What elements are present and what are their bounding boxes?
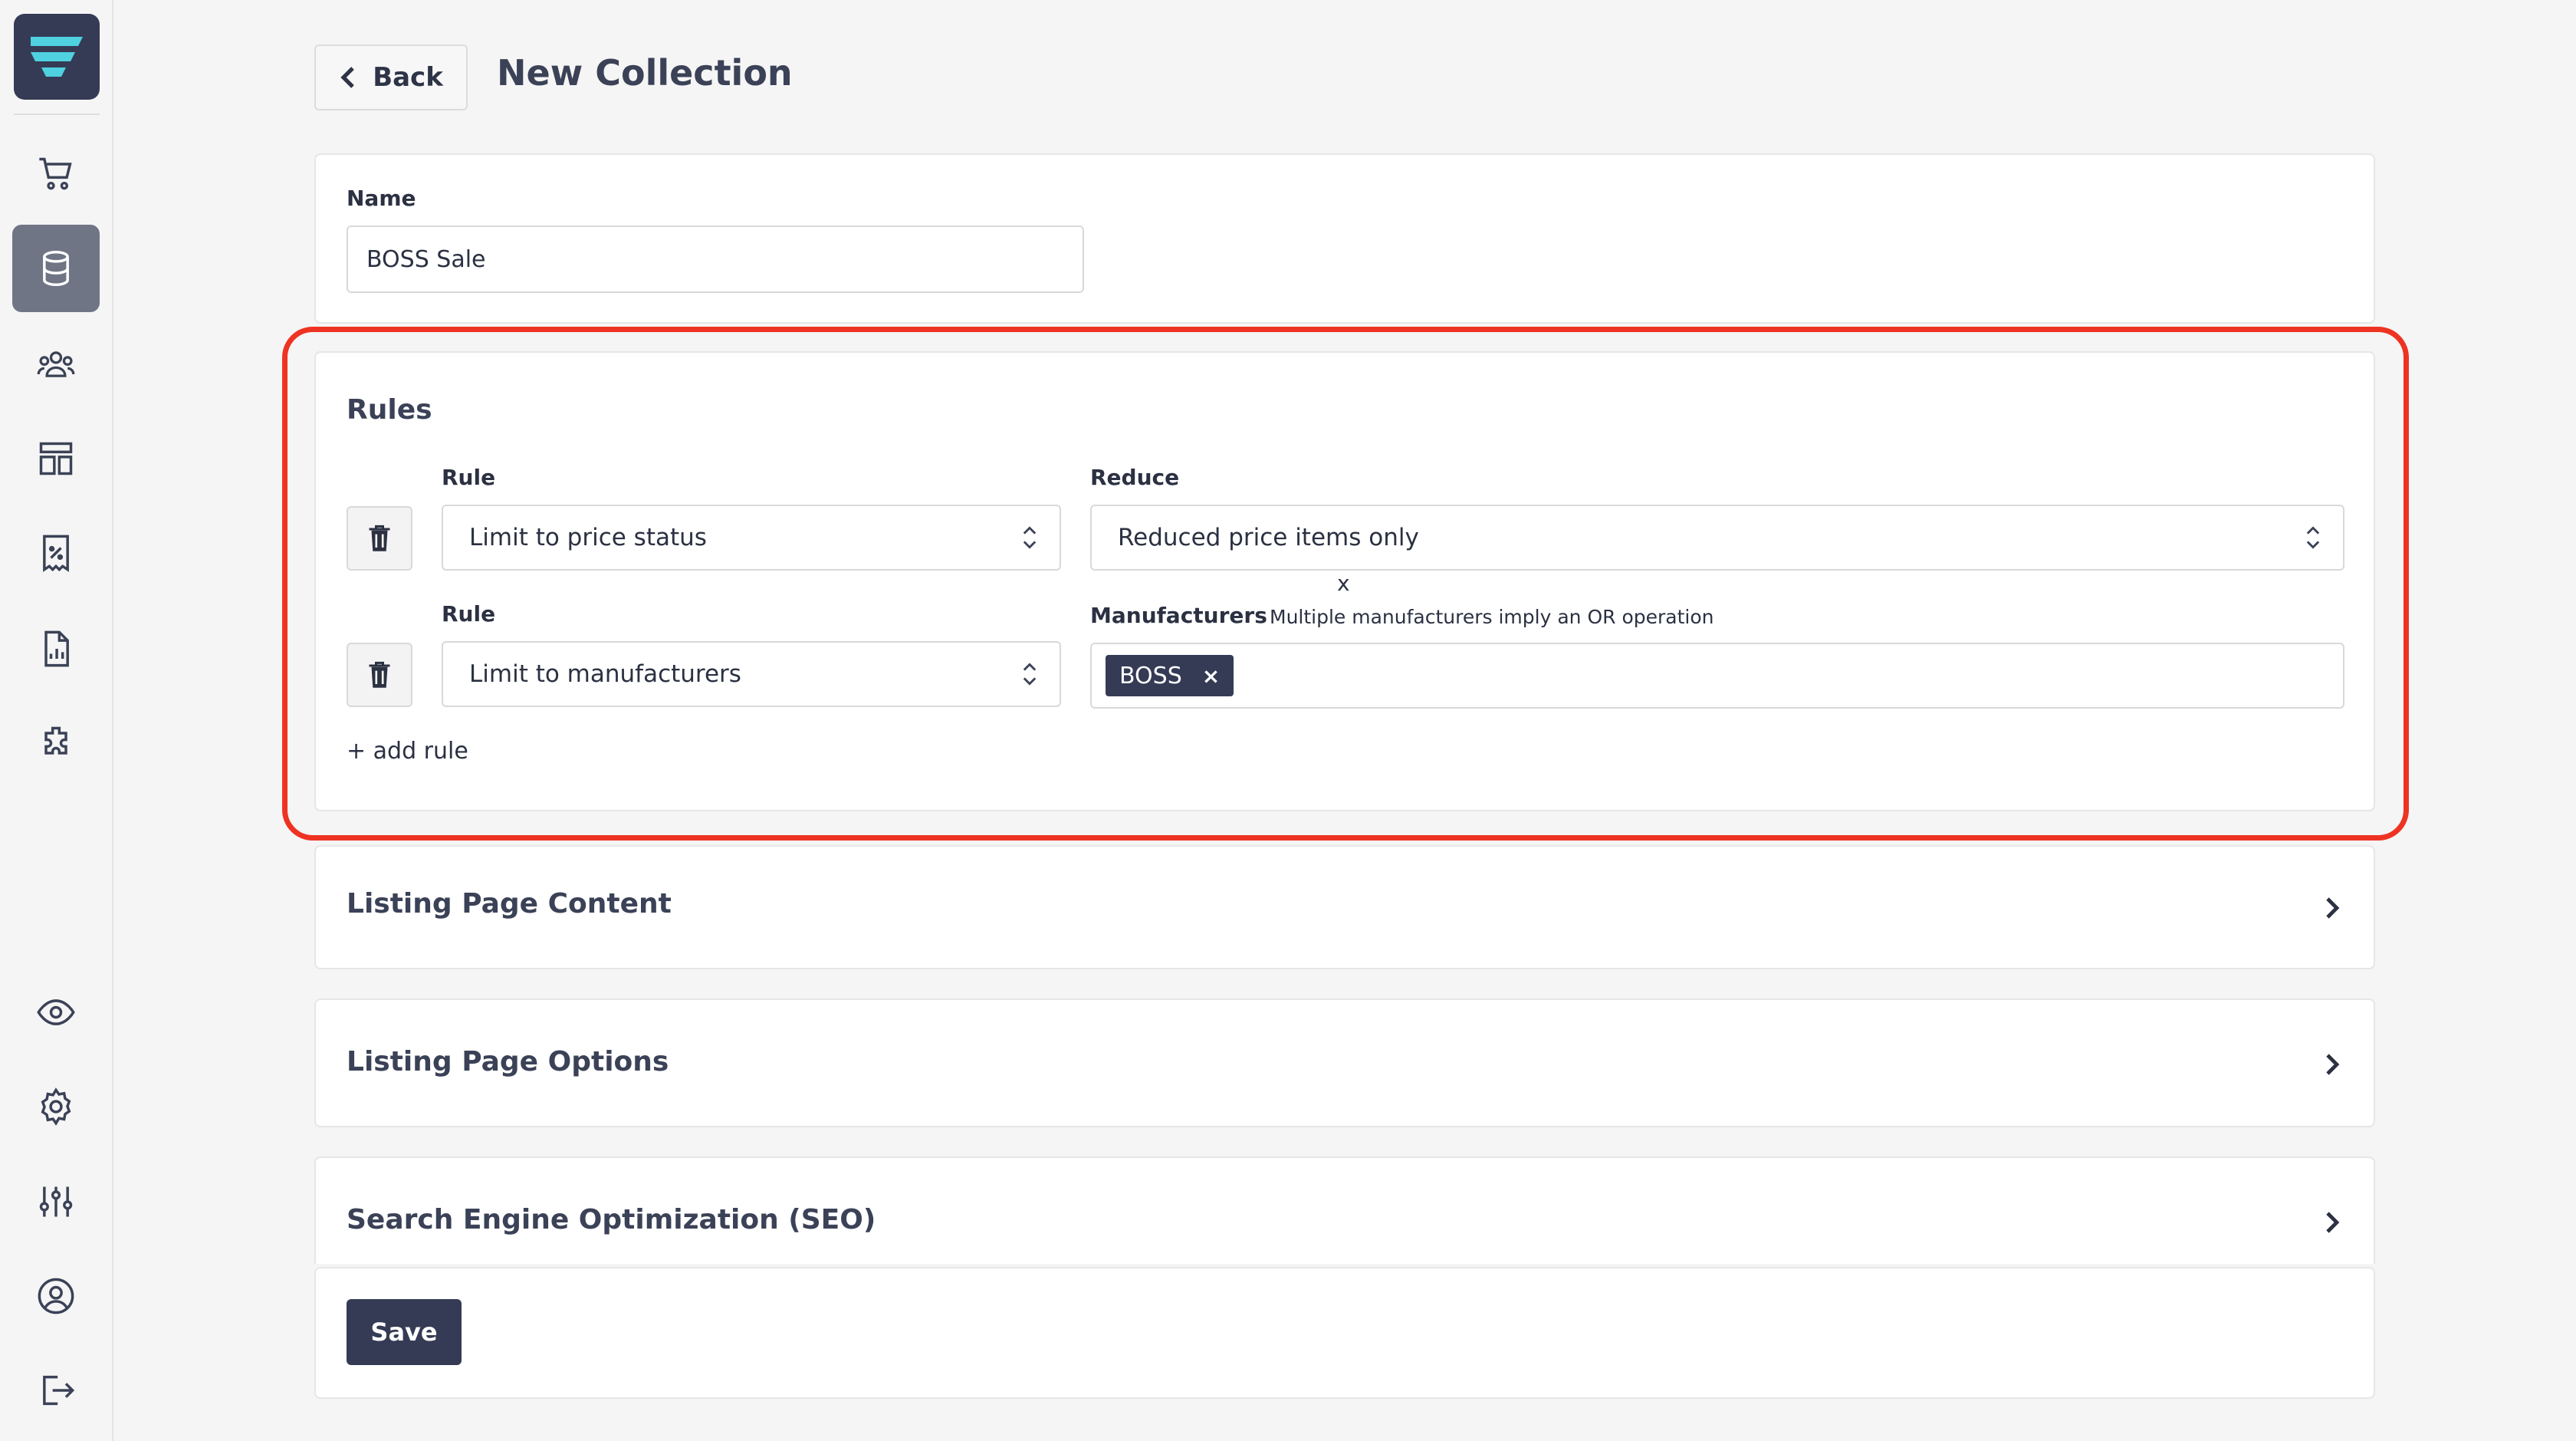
sidebar-item-catalog[interactable] [12, 225, 100, 312]
back-button-label: Back [373, 62, 443, 93]
name-label: Name [347, 186, 416, 211]
trash-icon [369, 661, 390, 688]
section-title: Listing Page Options [347, 1046, 669, 1077]
add-rule-link[interactable]: + add rule [347, 738, 468, 765]
users-icon [37, 351, 75, 377]
stray-text: x [1337, 571, 1350, 596]
reduce-select-value: Reduced price items only [1118, 524, 1419, 551]
eye-icon [37, 999, 75, 1025]
chevron-right-icon [2326, 1054, 2340, 1075]
sidebar-item-discounts[interactable] [12, 509, 100, 597]
rule-select-value: Limit to manufacturers [469, 660, 741, 688]
sidebar-item-config[interactable] [12, 1158, 100, 1245]
sidebar-item-orders[interactable] [12, 130, 100, 218]
section-title: Listing Page Content [347, 888, 672, 920]
app-logo[interactable] [14, 14, 100, 100]
rule-select[interactable]: Limit to manufacturers [442, 641, 1061, 707]
sidebar [0, 0, 113, 1441]
logo-icon [31, 37, 83, 77]
cart-icon [39, 157, 72, 190]
tag-remove-button[interactable]: × [1202, 663, 1220, 689]
back-button[interactable]: Back [314, 44, 468, 110]
chevron-updown-icon [1023, 663, 1037, 686]
listing-page-content-section[interactable]: Listing Page Content [314, 845, 2375, 969]
layout-icon [39, 442, 73, 475]
section-title: Search Engine Optimization (SEO) [347, 1204, 876, 1235]
report-chart-icon [44, 630, 69, 667]
rules-card: Rules Rule Reduce Limit to price status … [314, 351, 2375, 811]
rule-label: Rule [442, 465, 496, 490]
rule-select[interactable]: Limit to price status [442, 505, 1061, 571]
sidebar-divider [14, 114, 100, 115]
database-icon [43, 251, 69, 286]
logout-icon [43, 1375, 75, 1406]
chevron-right-icon [2326, 1212, 2340, 1233]
save-button[interactable]: Save [347, 1299, 462, 1365]
sidebar-item-settings[interactable] [12, 1063, 100, 1150]
trash-icon [369, 525, 390, 551]
rule-label: Rule [442, 601, 496, 627]
user-circle-icon [38, 1278, 74, 1314]
rule-select-value: Limit to price status [469, 524, 707, 551]
sidebar-item-customers[interactable] [12, 321, 100, 408]
manufacturer-tag-label: BOSS [1119, 662, 1182, 689]
footer-bar: Save [314, 1267, 2375, 1399]
manufacturers-hint: Multiple manufacturers imply an OR opera… [1270, 606, 1714, 628]
delete-rule-button[interactable] [347, 506, 412, 571]
name-card: Name BOSS Sale [314, 153, 2375, 324]
sidebar-item-preview[interactable] [12, 969, 100, 1056]
gear-icon [41, 1087, 71, 1126]
chevron-right-icon [2326, 897, 2340, 919]
chevron-updown-icon [1023, 526, 1037, 549]
sidebar-item-layout[interactable] [12, 415, 100, 502]
seo-section[interactable]: Search Engine Optimization (SEO) [314, 1156, 2375, 1264]
sidebar-item-reports[interactable] [12, 605, 100, 693]
sliders-icon [39, 1186, 73, 1217]
chevron-left-icon [340, 67, 355, 88]
manufacturer-tag: BOSS × [1106, 655, 1234, 696]
reduce-select[interactable]: Reduced price items only [1090, 505, 2344, 571]
manufacturers-label: Manufacturers [1090, 603, 1267, 628]
sidebar-item-logout[interactable] [12, 1347, 100, 1434]
receipt-percent-icon [43, 535, 69, 572]
page-title: New Collection [497, 52, 793, 94]
name-input[interactable]: BOSS Sale [347, 225, 1084, 293]
listing-page-options-section[interactable]: Listing Page Options [314, 999, 2375, 1127]
manufacturers-input[interactable]: BOSS × [1090, 643, 2344, 709]
sidebar-item-account[interactable] [12, 1252, 100, 1340]
puzzle-icon [44, 726, 67, 755]
sidebar-item-plugins[interactable] [12, 699, 100, 787]
delete-rule-button[interactable] [347, 643, 412, 707]
reduce-label: Reduce [1090, 465, 1180, 490]
rules-title: Rules [347, 394, 432, 426]
chevron-updown-icon [2306, 526, 2320, 549]
